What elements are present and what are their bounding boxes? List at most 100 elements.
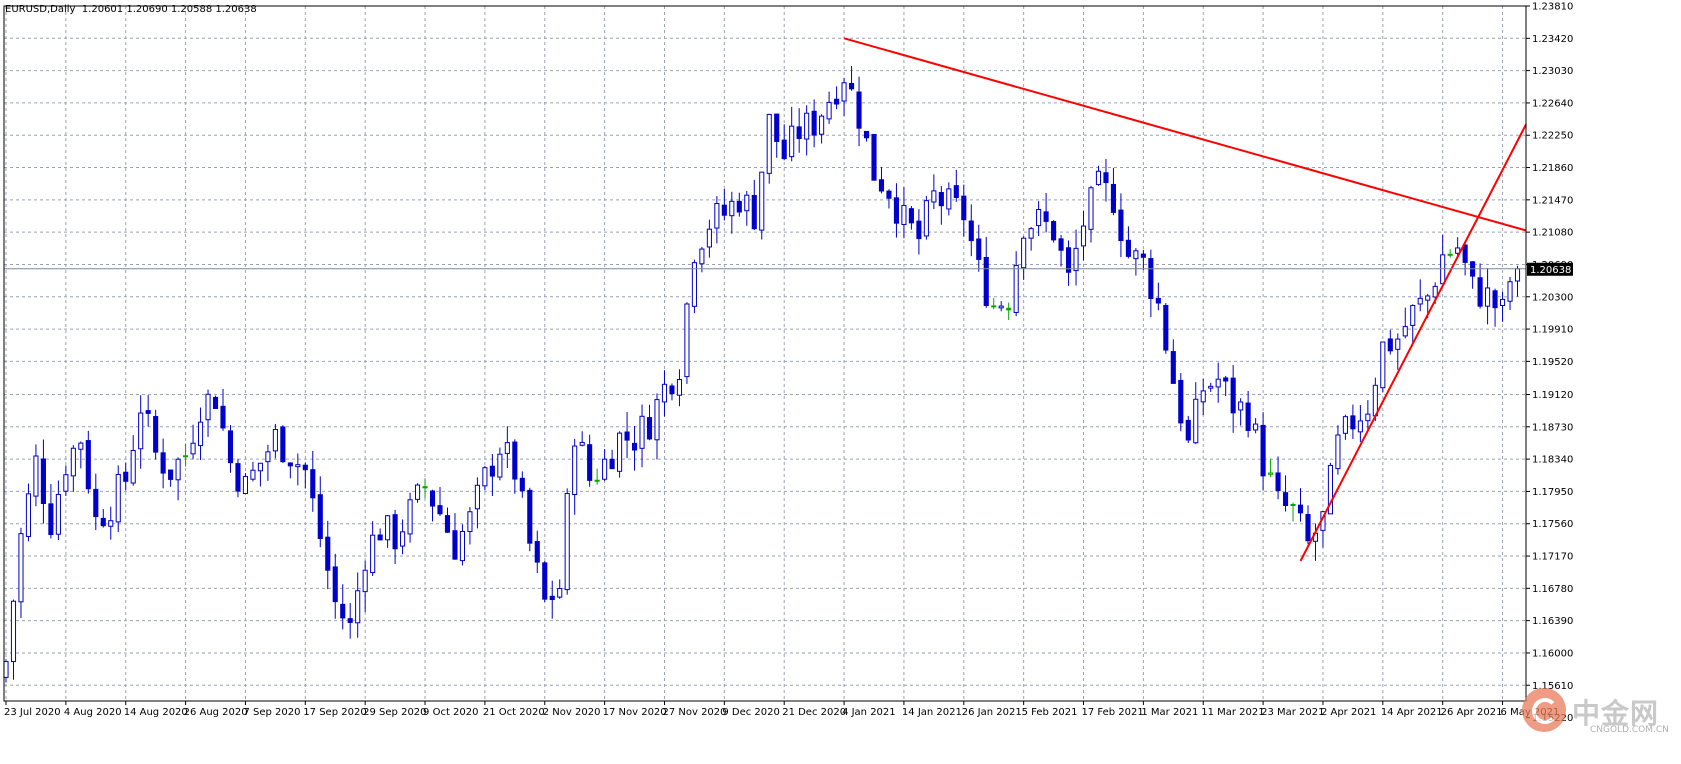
x-tick-label: 26 Jan 2021 bbox=[962, 707, 1022, 718]
y-tick-label: 1.16000 bbox=[1532, 648, 1573, 659]
candle-bearish bbox=[1260, 424, 1266, 477]
candle-bullish bbox=[370, 534, 376, 574]
x-tick-label: 9 Dec 2020 bbox=[722, 707, 780, 718]
chart-window[interactable]: 1.23810 1.23420 1.23030 1.22640 1.22250 1.218… bbox=[0, 0, 1681, 759]
candle-bullish bbox=[1365, 413, 1371, 422]
candle-bullish bbox=[1028, 228, 1034, 239]
trendlines[interactable] bbox=[843, 37, 1527, 562]
x-tick-label: 14 Jan 2021 bbox=[902, 707, 962, 718]
candle-bearish bbox=[587, 444, 593, 481]
candle-bullish bbox=[706, 228, 712, 248]
brand-logo-icon bbox=[1522, 688, 1566, 732]
x-tick-label: 2 Nov 2020 bbox=[543, 707, 601, 718]
candle-bearish bbox=[452, 530, 458, 560]
candle-bullish bbox=[3, 661, 9, 678]
candle-bearish bbox=[489, 465, 495, 477]
candle-bearish bbox=[1305, 513, 1311, 542]
candle-bullish bbox=[385, 515, 391, 541]
candle-bearish bbox=[310, 469, 316, 499]
axes: 1.23810 1.23420 1.23030 1.22640 1.22250 1.218… bbox=[3, 2, 1573, 724]
candlestick-chart[interactable]: 1.23810 1.23420 1.23030 1.22640 1.22250 1.218… bbox=[0, 0, 1681, 759]
candle-bearish bbox=[527, 489, 533, 544]
candle-bullish bbox=[564, 493, 570, 591]
candle-bearish bbox=[1462, 244, 1468, 263]
x-tick-label: 4 Jan 2021 bbox=[842, 707, 896, 718]
candle-bearish bbox=[429, 490, 436, 507]
candle-bullish bbox=[572, 445, 578, 495]
candle-bullish bbox=[557, 588, 563, 598]
x-tick-label: 23 Mar 2021 bbox=[1261, 707, 1324, 718]
candle-bullish bbox=[55, 493, 61, 535]
candle-bullish bbox=[78, 442, 84, 450]
y-tick-label: 1.20300 bbox=[1532, 292, 1573, 303]
candle-bullish bbox=[639, 415, 645, 449]
candle-bearish bbox=[227, 430, 234, 464]
candle-bearish bbox=[1230, 377, 1236, 414]
candle-bearish bbox=[1245, 402, 1251, 431]
x-tick-label: 26 Apr 2021 bbox=[1441, 707, 1503, 718]
candle-bearish bbox=[968, 220, 974, 242]
candle-bullish bbox=[1073, 247, 1079, 272]
candle-bullish bbox=[70, 447, 76, 477]
candle-bullish bbox=[467, 511, 473, 533]
x-tick-label: 2 Apr 2021 bbox=[1321, 707, 1376, 718]
candles bbox=[3, 66, 1521, 683]
candle-bullish bbox=[1013, 264, 1019, 313]
x-tick-label: 4 Aug 2020 bbox=[64, 707, 122, 718]
candle-bearish bbox=[220, 405, 226, 429]
candle-bearish bbox=[811, 110, 817, 136]
current-price-label: 1.20638 bbox=[1530, 265, 1571, 276]
x-tick-label: 1 Mar 2021 bbox=[1141, 707, 1198, 718]
candle-bullish bbox=[1417, 297, 1423, 305]
candle-bullish bbox=[1402, 326, 1408, 337]
candle-bullish bbox=[699, 248, 705, 265]
candle-bullish bbox=[826, 101, 832, 120]
candle-bearish bbox=[848, 82, 855, 90]
candle-bullish bbox=[1036, 209, 1042, 227]
candle-bullish bbox=[362, 569, 368, 593]
symbol-label: EURUSD,Daily bbox=[5, 4, 76, 15]
candle-bearish bbox=[1155, 297, 1161, 304]
x-tick-label: 5 Feb 2021 bbox=[1022, 707, 1078, 718]
candle-bearish bbox=[340, 603, 346, 619]
candle-bullish bbox=[1238, 401, 1244, 411]
x-tick-label: 21 Dec 2020 bbox=[782, 707, 846, 718]
candle-bullish bbox=[1447, 253, 1453, 256]
candle-bullish bbox=[474, 484, 480, 510]
candle-bullish bbox=[138, 412, 144, 450]
candle-bullish bbox=[355, 590, 361, 624]
x-tick-label: 17 Sep 2020 bbox=[303, 707, 366, 718]
y-tick-label: 1.16780 bbox=[1532, 584, 1573, 595]
y-tick-label: 1.21080 bbox=[1532, 228, 1573, 239]
plot-frame bbox=[3, 5, 1527, 702]
y-tick-label: 1.19910 bbox=[1532, 325, 1573, 336]
candle-bearish bbox=[1103, 172, 1109, 184]
candle-bearish bbox=[1387, 338, 1393, 352]
y-tick-label: 1.17560 bbox=[1532, 519, 1573, 530]
candle-bearish bbox=[834, 98, 840, 105]
candle-bullish bbox=[63, 474, 69, 492]
candle-bullish bbox=[257, 462, 263, 472]
y-tick-label: 1.16390 bbox=[1532, 616, 1573, 627]
candle-bearish bbox=[437, 505, 443, 515]
candle-bearish bbox=[1006, 307, 1012, 311]
candle-bearish bbox=[878, 179, 885, 192]
candle-bearish bbox=[594, 479, 600, 482]
candle-bullish bbox=[819, 115, 825, 135]
candle-bullish bbox=[25, 493, 32, 537]
candle-bullish bbox=[295, 464, 301, 468]
candle-bearish bbox=[669, 385, 675, 395]
y-tick-label: 1.17170 bbox=[1532, 552, 1573, 563]
candle-bullish bbox=[1215, 378, 1221, 388]
candle-bullish bbox=[1095, 170, 1102, 186]
candle-bullish bbox=[684, 303, 690, 378]
candle-bullish bbox=[1485, 287, 1491, 307]
candle-bullish bbox=[1200, 390, 1206, 403]
candle-bearish bbox=[40, 458, 46, 504]
candle-bearish bbox=[624, 431, 630, 441]
candle-bullish bbox=[272, 428, 278, 452]
candle-bearish bbox=[48, 503, 54, 536]
y-tick-label: 1.18730 bbox=[1532, 422, 1573, 433]
y-tick-label: 1.21860 bbox=[1532, 163, 1573, 174]
candle-bearish bbox=[991, 305, 997, 308]
